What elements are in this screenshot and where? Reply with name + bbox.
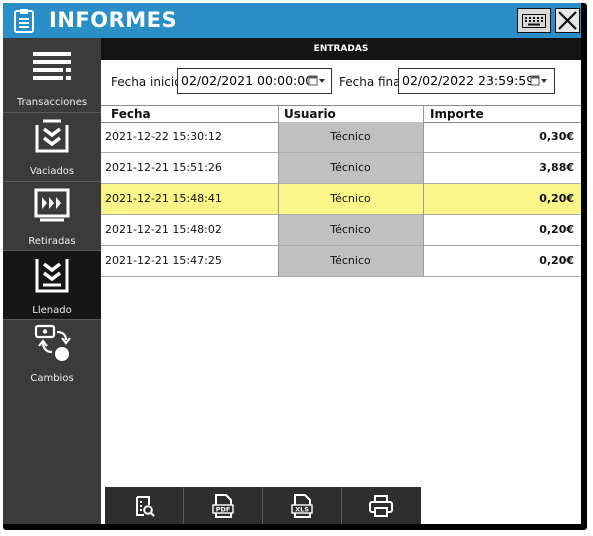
exchange-icon xyxy=(34,324,71,361)
down-chevrons-box-icon xyxy=(35,119,69,153)
calendar-dropdown-icon[interactable] xyxy=(530,75,548,87)
forward-chevrons-box-icon xyxy=(34,188,70,222)
cell-usuario: Técnico xyxy=(278,246,423,276)
pdf-icon: PDF xyxy=(212,493,234,518)
start-date-value: 02/02/2021 00:00:00 xyxy=(181,73,314,88)
cell-usuario: Técnico xyxy=(278,153,423,183)
column-divider xyxy=(423,105,424,277)
cell-importe: 0,30€ xyxy=(539,130,574,143)
table-row[interactable]: 2021-12-21 15:47:25 Técnico 0,20€ xyxy=(101,246,581,277)
xls-icon-text: XLS xyxy=(295,505,309,513)
end-date-label: Fecha final xyxy=(339,75,404,89)
section-title: ENTRADAS xyxy=(101,38,581,60)
export-xls-button[interactable]: XLS xyxy=(263,487,341,524)
sidebar-item-llenado[interactable]: Llenado xyxy=(3,251,101,319)
keyboard-icon xyxy=(522,13,546,28)
cell-usuario: Técnico xyxy=(278,215,423,245)
close-icon xyxy=(558,11,577,30)
main-panel: ENTRADAS Fecha inicio 02/02/2021 00:00:0… xyxy=(101,38,581,524)
fill-chevrons-box-icon xyxy=(35,259,69,293)
cell-fecha: 2021-12-21 15:48:41 xyxy=(105,192,222,205)
calendar-dropdown-icon[interactable] xyxy=(308,75,326,87)
end-date-field[interactable]: 02/02/2022 23:59:59 xyxy=(398,68,555,94)
export-toolbar: PDF XLS xyxy=(105,487,421,524)
column-header-importe[interactable]: Importe xyxy=(430,106,484,122)
column-header-fecha[interactable]: Fecha xyxy=(111,106,151,122)
cell-fecha: 2021-12-21 15:47:25 xyxy=(105,254,222,267)
export-pdf-button[interactable]: PDF xyxy=(184,487,262,524)
print-button[interactable] xyxy=(342,487,420,524)
cell-importe: 0,20€ xyxy=(539,223,574,236)
cell-importe: 0,20€ xyxy=(539,254,574,267)
end-date-value: 02/02/2022 23:59:59 xyxy=(402,73,535,88)
column-divider xyxy=(278,105,279,277)
preview-icon xyxy=(136,495,155,517)
column-header-usuario[interactable]: Usuario xyxy=(284,106,336,122)
cell-usuario: Técnico xyxy=(278,122,423,152)
sidebar-item-transacciones[interactable]: Transacciones xyxy=(3,38,101,112)
print-icon xyxy=(369,494,393,517)
cell-usuario: Técnico xyxy=(278,184,423,214)
cell-importe: 3,88€ xyxy=(539,161,574,174)
date-filter-bar: Fecha inicio 02/02/2021 00:00:00 Fecha f… xyxy=(101,60,581,104)
sidebar-item-vaciados[interactable]: Vaciados xyxy=(3,113,101,181)
sidebar-item-retiradas[interactable]: Retiradas xyxy=(3,182,101,250)
cell-importe: 0,20€ xyxy=(539,192,574,205)
preview-button[interactable] xyxy=(105,487,183,524)
table-row[interactable]: 2021-12-22 15:30:12 Técnico 0,30€ xyxy=(101,122,581,153)
close-button[interactable] xyxy=(555,8,580,33)
cell-fecha: 2021-12-21 15:51:26 xyxy=(105,161,222,174)
list-icon xyxy=(33,52,71,80)
sidebar-item-label: Vaciados xyxy=(29,166,75,177)
clipboard-icon xyxy=(14,9,34,33)
start-date-label: Fecha inicio xyxy=(111,75,182,89)
title-bar: INFORMES xyxy=(3,3,581,38)
table-row[interactable]: 2021-12-21 15:48:02 Técnico 0,20€ xyxy=(101,215,581,246)
sidebar-item-cambios[interactable]: Cambios xyxy=(3,320,101,388)
table-header: Fecha Usuario Importe xyxy=(101,105,581,123)
xls-icon: XLS xyxy=(291,493,313,518)
cell-fecha: 2021-12-21 15:48:02 xyxy=(105,223,222,236)
sidebar: Transacciones Vaciados Retiradas Llenado… xyxy=(3,38,101,524)
cell-fecha: 2021-12-22 15:30:12 xyxy=(105,130,222,143)
sidebar-item-label: Cambios xyxy=(30,373,74,384)
window-title: INFORMES xyxy=(49,8,178,32)
sidebar-item-label: Transacciones xyxy=(16,97,88,108)
sidebar-item-label: Retiradas xyxy=(28,236,76,247)
table-row-selected[interactable]: 2021-12-21 15:48:41 Técnico 0,20€ xyxy=(101,184,581,215)
sidebar-item-label: Llenado xyxy=(32,305,72,316)
table-row[interactable]: 2021-12-21 15:51:26 Técnico 3,88€ xyxy=(101,153,581,184)
pdf-icon-text: PDF xyxy=(216,505,231,513)
keyboard-button[interactable] xyxy=(517,8,551,33)
start-date-field[interactable]: 02/02/2021 00:00:00 xyxy=(177,68,332,94)
